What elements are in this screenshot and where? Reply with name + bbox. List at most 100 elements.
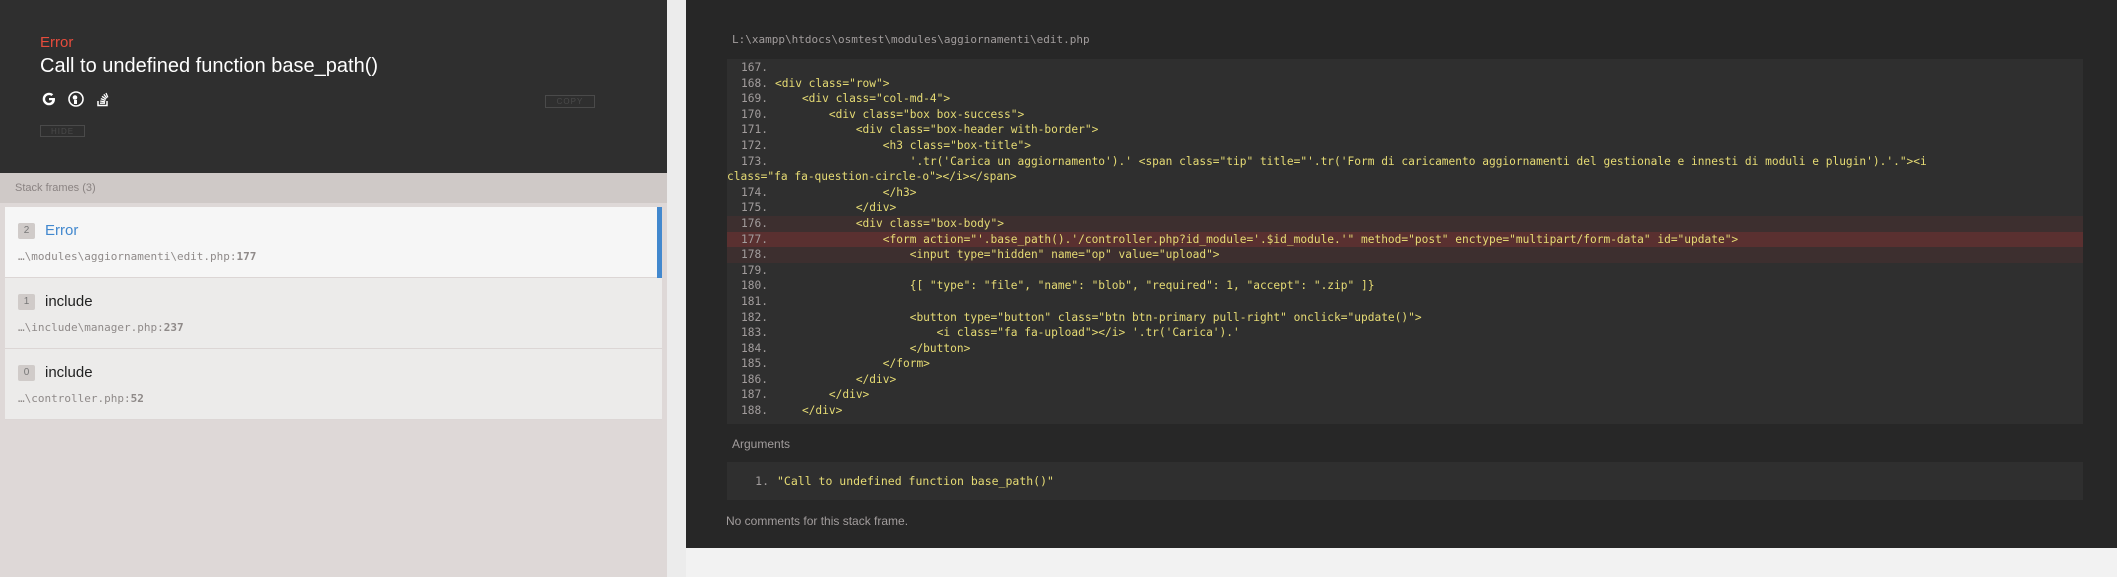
frame-file: …\include\manager.php:237: [18, 321, 184, 334]
stack-frames-list: 2 Error …\modules\aggiornamenti\edit.php…: [5, 207, 662, 420]
line-number: 173.: [741, 154, 768, 168]
stack-frame-1[interactable]: 1 include …\include\manager.php:237: [5, 278, 662, 349]
line-number: 170.: [741, 107, 768, 121]
frame-file-path: …\include\manager.php: [18, 321, 158, 334]
code-text: <div class="box box-success">: [775, 107, 1025, 121]
line-number: 169.: [741, 92, 768, 106]
frame-index: 1: [18, 294, 35, 310]
line-number: 188.: [741, 404, 768, 418]
code-text: <div class="box-body">: [775, 216, 1005, 230]
code-line: 169. <div class="col-md-4">: [727, 91, 2083, 107]
hide-button[interactable]: HIDE: [40, 125, 85, 137]
code-file-path[interactable]: L:\xampp\htdocs\osmtest\modules\aggiorna…: [732, 33, 1090, 46]
code-block: 167. 168. <div class="row"> 169. <div cla…: [727, 59, 2083, 424]
code-text: <i class="fa fa-upload"></i> '.tr('Caric…: [775, 326, 1240, 340]
code-line: 183. <i class="fa fa-upload"></i> '.tr('…: [727, 325, 2083, 341]
code-line-wrap: class="fa fa-question-circle-o"></i></sp…: [727, 169, 2083, 185]
frame-comments: No comments for this stack frame.: [726, 514, 909, 528]
code-line: 187. </div>: [727, 387, 2083, 403]
line-number: 178.: [741, 248, 768, 262]
line-number: 174.: [741, 185, 768, 199]
line-number: 187.: [741, 388, 768, 402]
code-line-error: 177. <form action="'.base_path().'/contr…: [727, 231, 2083, 248]
code-line: 173. '.tr('Carica un aggiornamento').' <…: [727, 154, 2083, 170]
code-text: class="fa fa-question-circle-o"></i></sp…: [727, 170, 1017, 184]
code-line: 181.: [727, 294, 2083, 310]
code-text: </h3>: [775, 185, 917, 199]
line-number: 181.: [741, 294, 768, 308]
code-line: 175. </div>: [727, 200, 2083, 216]
code-line: 178. <input type="hidden" name="op" valu…: [727, 247, 2083, 263]
left-panel: Error Call to undefined function base_pa…: [0, 0, 667, 577]
stack-frame-0[interactable]: 0 include …\controller.php:52: [5, 349, 662, 420]
code-line: 172. <h3 class="box-title">: [727, 138, 2083, 154]
code-line: 184. </button>: [727, 341, 2083, 357]
code-text: <form action="'.base_path().'/controller…: [775, 232, 1739, 246]
line-number: 175.: [741, 201, 768, 215]
frame-line: 237: [163, 321, 184, 334]
code-line: 186. </div>: [727, 372, 2083, 388]
code-line: 170. <div class="box box-success">: [727, 107, 2083, 123]
frame-file-path: …\modules\aggiornamenti\edit.php: [18, 250, 230, 263]
line-number: 176.: [741, 216, 768, 230]
frame-class: include: [45, 293, 93, 310]
duckduckgo-icon[interactable]: [67, 90, 84, 107]
code-line: 182. <button type="button" class="btn bt…: [727, 310, 2083, 326]
google-icon[interactable]: [40, 90, 57, 107]
stack-frames-title: Stack frames (3): [0, 173, 667, 203]
code-text: {[ "type": "file", "name": "blob", "requ…: [775, 279, 1375, 293]
line-number: 167.: [741, 61, 768, 74]
code-text: <div class="row">: [775, 76, 890, 90]
frame-class: Error: [45, 222, 79, 239]
line-number: 177.: [741, 232, 768, 246]
stackoverflow-icon[interactable]: [94, 90, 111, 107]
code-line: 188. </div>: [727, 403, 2083, 419]
line-number: 172.: [741, 138, 768, 152]
code-line: 171. <div class="box-header with-border"…: [727, 122, 2083, 138]
code-text: <input type="hidden" name="op" value="up…: [775, 248, 1220, 262]
frame-file-path: …\controller.php: [18, 392, 124, 405]
code-text: <button type="button" class="btn btn-pri…: [775, 310, 1422, 324]
exception-type: Error: [40, 34, 74, 51]
line-number: 185.: [741, 357, 768, 371]
code-text: <div class="box-header with-border">: [775, 123, 1099, 137]
code-line: 168. <div class="row">: [727, 76, 2083, 92]
code-text: </button>: [775, 341, 971, 355]
bottom-strip: [686, 548, 2117, 577]
line-number: 182.: [741, 310, 768, 324]
code-line: 179.: [727, 263, 2083, 279]
code-text: </div>: [775, 404, 843, 418]
code-text: <h3 class="box-title">: [775, 138, 1031, 152]
code-text: <div class="col-md-4">: [775, 92, 951, 106]
frame-line: 52: [130, 392, 144, 405]
details-panel: L:\xampp\htdocs\osmtest\modules\aggiorna…: [686, 0, 2117, 548]
line-number: 180.: [741, 279, 768, 293]
copy-button[interactable]: COPY: [545, 95, 595, 108]
line-number: 184.: [741, 341, 768, 355]
code-line: 167.: [727, 60, 2083, 76]
arguments-block: 1. "Call to undefined function base_path(…: [727, 462, 2083, 500]
code-line: 174. </h3>: [727, 185, 2083, 201]
line-number: 183.: [741, 326, 768, 340]
frame-line: 177: [236, 250, 257, 263]
stack-frame-2[interactable]: 2 Error …\modules\aggiornamenti\edit.php…: [5, 207, 662, 278]
argument-item: 1. "Call to undefined function base_path(…: [727, 474, 1054, 488]
line-number: 168.: [741, 76, 768, 90]
line-number: 171.: [741, 123, 768, 137]
line-number: 179.: [741, 263, 768, 277]
code-line: 180. {[ "type": "file", "name": "blob", …: [727, 278, 2083, 294]
code-text: '.tr('Carica un aggiornamento').' <span …: [775, 154, 1927, 168]
search-links: [40, 90, 111, 107]
line-number: 186.: [741, 372, 768, 386]
code-text: </div>: [775, 372, 897, 386]
arguments-title: Arguments: [732, 437, 791, 451]
frame-index: 2: [18, 223, 35, 239]
frame-file: …\modules\aggiornamenti\edit.php:177: [18, 250, 257, 263]
argument-value: "Call to undefined function base_path()": [777, 474, 1054, 488]
code-text: </form>: [775, 357, 930, 371]
code-text: </div>: [775, 201, 897, 215]
panel-divider[interactable]: [667, 0, 686, 577]
error-header: Error Call to undefined function base_pa…: [0, 0, 667, 173]
frame-class: include: [45, 364, 93, 381]
argument-number: 1.: [755, 474, 769, 488]
